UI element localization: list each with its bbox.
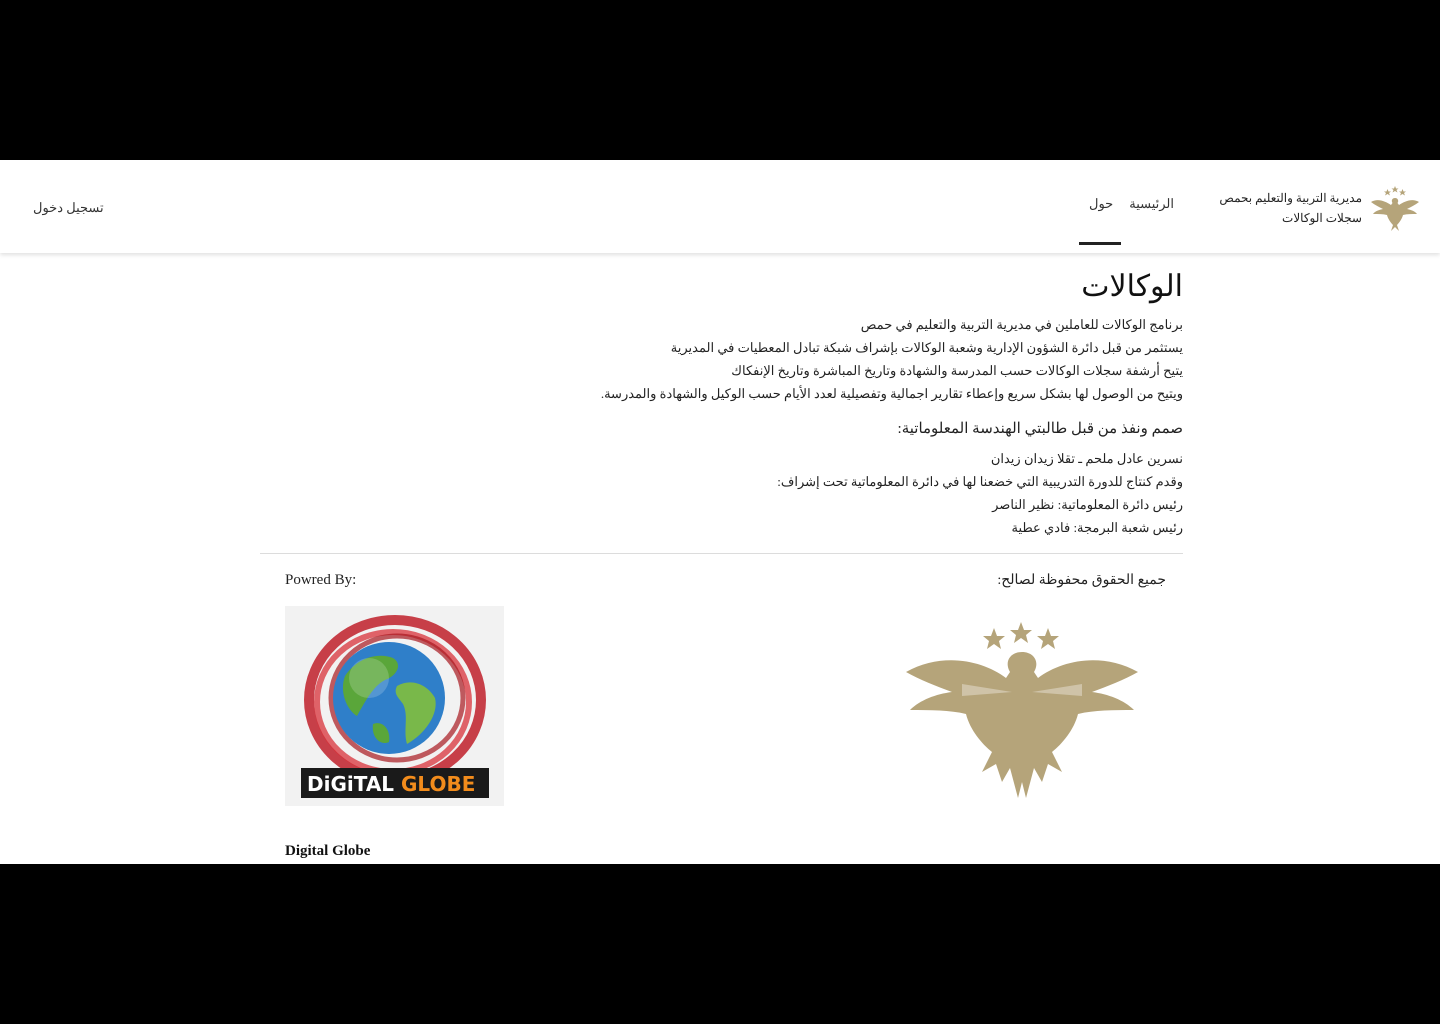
description-line: يستثمر من قبل دائرة الشؤون الإدارية وشعب…	[670, 340, 1183, 355]
login-link[interactable]: تسجيل دخول	[33, 200, 104, 216]
logo-word-digital: DiGiTAL	[307, 772, 394, 796]
logo-word-globe: GLOBE	[401, 772, 475, 796]
credit-line: نسرين عادل ملحم ـ تقلا زيدان زيدان	[990, 451, 1183, 466]
rights-label: جميع الحقوق محفوظة لصالح:	[997, 573, 1166, 588]
page-title: الوكالات	[1081, 270, 1183, 303]
nav-home[interactable]: الرئيسية	[1125, 190, 1178, 218]
browser-viewport: مديرية التربية والتعليم بحمص سجلات الوكا…	[0, 160, 1440, 864]
designed-by-heading: صمم ونفذ من قبل طالبتي الهندسة المعلومات…	[897, 421, 1183, 437]
description-line: يتيح أرشفة سجلات الوكالات حسب المدرسة وا…	[731, 363, 1183, 378]
eagle-emblem-icon	[906, 622, 1138, 798]
credit-line: رئيس شعبة البرمجة: فادي عطية	[1011, 520, 1183, 535]
eagle-logo-icon	[1371, 186, 1419, 231]
powered-by-label: Powred By:	[285, 572, 357, 588]
description: برنامج الوكالات للعاملين في مديرية الترب…	[260, 313, 1183, 405]
top-navbar: مديرية التربية والتعليم بحمص سجلات الوكا…	[0, 160, 1440, 253]
credits: نسرين عادل ملحم ـ تقلا زيدان زيدان وقدم …	[260, 447, 1183, 539]
brand-title: مديرية التربية والتعليم بحمص	[1219, 191, 1362, 205]
company-name: Digital Globe	[285, 843, 371, 859]
description-line: ويتيح من الوصول لها بشكل سريع وإعطاء تقا…	[600, 386, 1183, 401]
globe-icon: DiGiTAL GLOBE	[301, 615, 489, 798]
main-nav: الرئيسية حول	[1078, 190, 1178, 245]
brand-subtitle: سجلات الوكالات	[1282, 211, 1362, 225]
brand[interactable]: مديرية التربية والتعليم بحمص سجلات الوكا…	[1219, 182, 1420, 234]
description-line: برنامج الوكالات للعاملين في مديرية الترب…	[860, 317, 1183, 332]
nav-about[interactable]: حول	[1078, 190, 1122, 245]
digital-globe-logo: DiGiTAL GLOBE	[285, 606, 504, 806]
credit-line: رئيس دائرة المعلوماتية: نظير الناصر	[992, 497, 1183, 512]
credit-line: وقدم كنتاج للدورة التدريبية التي خضعنا ل…	[777, 474, 1183, 489]
brand-text: مديرية التربية والتعليم بحمص سجلات الوكا…	[1219, 188, 1362, 228]
about-content: الوكالات برنامج الوكالات للعاملين في مدي…	[260, 253, 1183, 539]
footer-divider	[260, 553, 1183, 554]
